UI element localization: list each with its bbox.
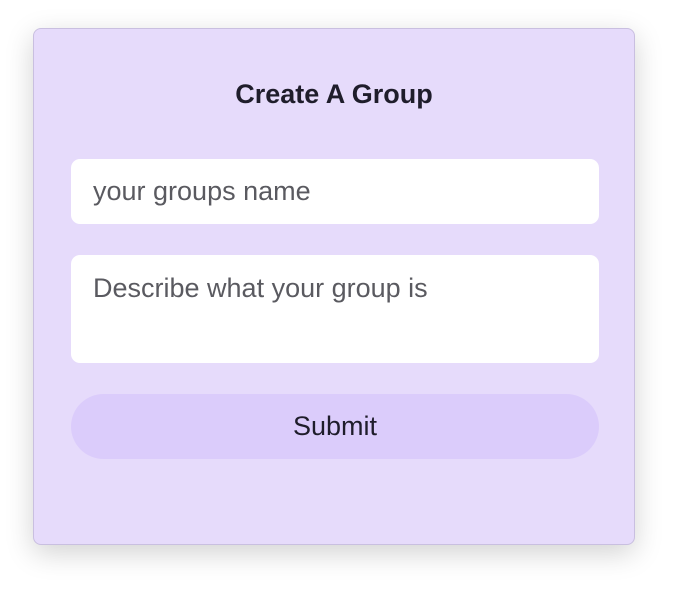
form-title: Create A Group xyxy=(235,79,433,109)
group-name-input[interactable] xyxy=(71,159,599,224)
group-description-textarea[interactable] xyxy=(71,255,599,363)
create-group-card: Create A Group Submit xyxy=(33,28,635,545)
submit-button[interactable]: Submit xyxy=(71,394,599,459)
